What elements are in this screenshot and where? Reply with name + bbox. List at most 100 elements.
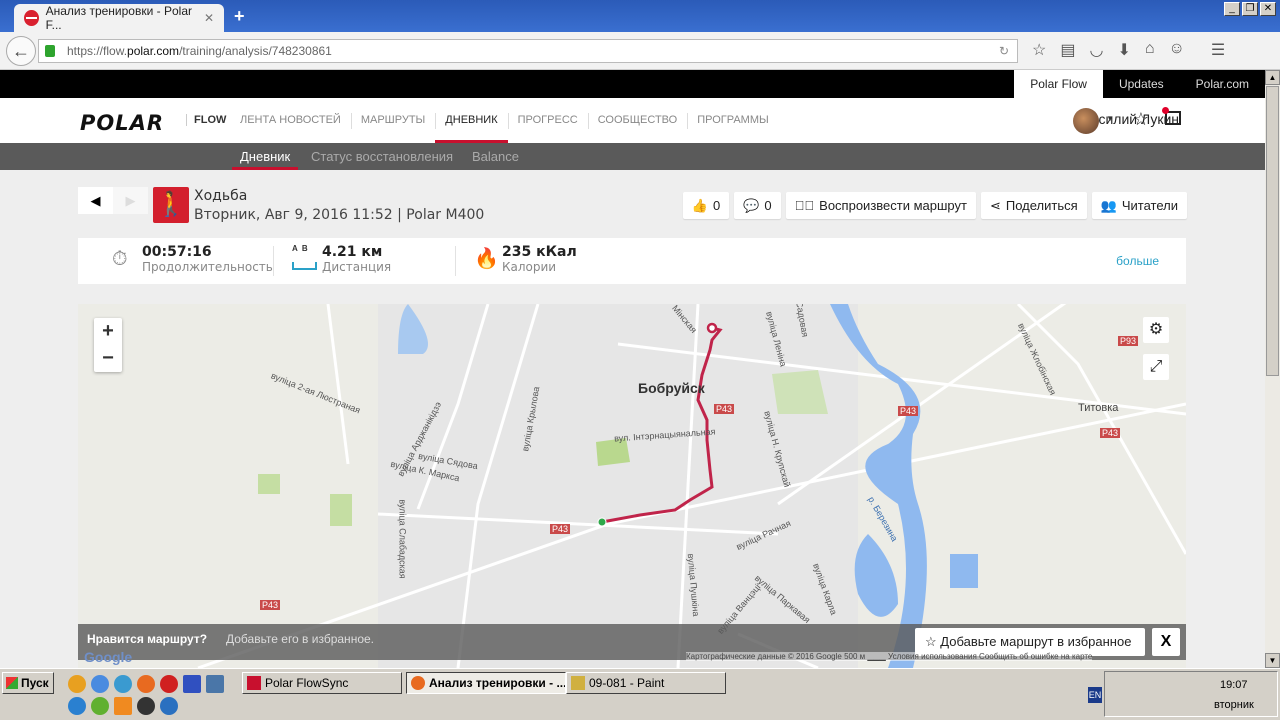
next-training-button[interactable]: ▶ xyxy=(113,187,148,214)
thumbs-up-icon: 👍 xyxy=(691,197,708,213)
main-nav: POLAR FLOW ЛЕНТА НОВОСТЕЙ МАРШРУТЫ ДНЕВН… xyxy=(0,98,1265,143)
chevron-down-icon[interactable]: ▼ xyxy=(1106,114,1114,123)
browser-toolbar: ← https://flow.polar.com/training/analys… xyxy=(0,32,1280,70)
road-badge: Р43 xyxy=(260,600,281,610)
calories-label: Калории xyxy=(502,260,557,274)
home-app-icon[interactable] xyxy=(114,675,132,693)
taskbar-paint[interactable]: 09-081 - Paint xyxy=(566,672,726,694)
distance-value: 4.21 км xyxy=(322,244,383,260)
duration-stat: ⏱ 00:57:16 Продолжительность xyxy=(112,244,273,274)
bookmark-star-icon[interactable]: ☆ xyxy=(1032,40,1046,60)
taskbar-polar-flowsync[interactable]: Polar FlowSync xyxy=(242,672,402,694)
replay-route-button[interactable]: ▶⃝ Воспроизвести маршрут xyxy=(785,192,976,219)
home-icon[interactable]: ⌂ xyxy=(1145,40,1155,60)
flow-label: FLOW xyxy=(186,114,226,126)
menu-icon[interactable]: ☰ xyxy=(1211,40,1225,60)
stopwatch-icon: ⏱ xyxy=(112,248,128,270)
share-button[interactable]: ⋖ Поделиться xyxy=(980,192,1087,219)
walking-icon: 🚶 xyxy=(153,187,189,223)
prompt-question: Нравится маршрут? xyxy=(87,632,208,646)
chrome-icon[interactable] xyxy=(91,675,109,693)
clock-time[interactable]: 19:07 xyxy=(1220,679,1248,691)
road-badge: Р43 xyxy=(898,406,919,416)
nav-routes[interactable]: МАРШРУТЫ xyxy=(350,98,435,143)
fullscreen-icon[interactable]: ⤢ xyxy=(1143,354,1169,380)
comment-button[interactable]: 💬 0 xyxy=(734,192,781,219)
start-button[interactable]: Пуск xyxy=(2,672,54,694)
close-prompt-button[interactable]: X xyxy=(1152,628,1180,656)
page-scrollbar[interactable]: ▲ ▼ xyxy=(1265,70,1280,668)
chat-icon[interactable]: ☺ xyxy=(1169,40,1185,60)
firefox-icon[interactable] xyxy=(137,675,155,693)
app-icon[interactable] xyxy=(160,697,178,715)
map-settings-gear-icon[interactable]: ⚙ xyxy=(1143,317,1169,343)
zoom-out-button[interactable]: − xyxy=(94,345,122,372)
page: Polar Flow Updates Polar.com POLAR FLOW … xyxy=(0,70,1265,668)
notifications-icon[interactable] xyxy=(1162,107,1181,125)
nav-progress[interactable]: ПРОГРЕСС xyxy=(507,98,588,143)
pocket-icon[interactable]: ◡ xyxy=(1089,40,1103,60)
zoom-in-button[interactable]: + xyxy=(94,318,122,345)
like-button[interactable]: 👍 0 xyxy=(682,192,730,219)
odnoklassniki-icon[interactable] xyxy=(114,697,132,715)
close-window-button[interactable]: ✕ xyxy=(1260,2,1276,16)
street-label: вуліца Слабадская xyxy=(397,499,408,579)
reading-list-icon[interactable]: ▤ xyxy=(1060,40,1075,60)
app-icon[interactable] xyxy=(68,675,86,693)
prompt-hint: Добавьте его в избранное. xyxy=(226,632,374,646)
people-icon: 👥 xyxy=(1100,197,1117,213)
training-pager: ◀ ▶ xyxy=(78,187,148,214)
zoom-control: + − xyxy=(94,318,122,372)
like-count: 0 xyxy=(713,198,721,213)
nav-diary[interactable]: ДНЕВНИК xyxy=(435,98,508,143)
avatar[interactable] xyxy=(1073,108,1099,134)
prev-training-button[interactable]: ◀ xyxy=(78,187,113,214)
browser-tab[interactable]: Анализ тренировки - Polar F... ✕ xyxy=(14,4,224,32)
back-button[interactable]: ← xyxy=(6,36,36,66)
calories-value: 235 кКал xyxy=(502,244,577,260)
taskbar: Пуск Polar FlowSync Анализ тренировки - … xyxy=(0,668,1280,720)
nav-community[interactable]: СООБЩЕСТВО xyxy=(587,98,688,143)
app-icon[interactable] xyxy=(91,697,109,715)
subnav-balance[interactable]: Balance xyxy=(472,143,519,170)
download-icon[interactable]: ⬇ xyxy=(1117,40,1130,60)
favorites-star-icon[interactable]: ☆ xyxy=(1133,109,1149,130)
maximize-button[interactable]: ❐ xyxy=(1242,2,1258,16)
reload-icon[interactable]: ↻ xyxy=(999,40,1009,62)
road-badge: Р43 xyxy=(1100,428,1121,438)
nav-programs[interactable]: ПРОГРАММЫ xyxy=(687,98,779,143)
subnav-recovery[interactable]: Статус восстановления xyxy=(311,143,453,170)
lock-icon xyxy=(45,45,55,57)
ab-label: A B xyxy=(292,244,308,253)
close-tab-icon[interactable]: ✕ xyxy=(204,11,214,25)
minimize-button[interactable]: _ xyxy=(1224,2,1240,16)
nav-news[interactable]: ЛЕНТА НОВОСТЕЙ xyxy=(230,98,351,143)
more-link[interactable]: больше xyxy=(1116,254,1159,268)
clock-day: вторник xyxy=(1214,699,1254,711)
toplink-polar-flow[interactable]: Polar Flow xyxy=(1014,70,1103,98)
vk-icon[interactable] xyxy=(206,675,224,693)
opera-icon[interactable] xyxy=(160,675,178,693)
subnav-diary[interactable]: Дневник xyxy=(231,143,299,170)
quick-launch xyxy=(68,675,224,693)
media-player-icon[interactable] xyxy=(137,697,155,715)
road-badge: Р43 xyxy=(550,524,571,534)
comment-icon: 💬 xyxy=(743,197,760,213)
route-map[interactable]: Бобруйск Титовка р. Березина Р43 Р43 Р43… xyxy=(78,304,1186,668)
map-attribution[interactable]: Картографические данные © 2016 Google 50… xyxy=(686,652,1093,661)
road-badge: Р93 xyxy=(1118,336,1139,346)
language-indicator[interactable]: EN xyxy=(1088,687,1102,703)
save-app-icon[interactable] xyxy=(183,675,201,693)
followers-button[interactable]: 👥 Читатели xyxy=(1091,192,1187,219)
toplink-polar-com[interactable]: Polar.com xyxy=(1180,70,1265,98)
polar-logo[interactable]: POLAR xyxy=(80,111,164,135)
route-end-marker xyxy=(706,322,718,334)
new-tab-button[interactable]: + xyxy=(234,6,245,27)
toplink-updates[interactable]: Updates xyxy=(1103,70,1180,98)
distance-label: Дистанция xyxy=(322,260,392,274)
url-bar[interactable]: https://flow.polar.com/training/analysis… xyxy=(38,39,1018,63)
tab-title: Анализ тренировки - Polar F... xyxy=(45,4,192,32)
ie-icon[interactable] xyxy=(68,697,86,715)
top-bar: Polar Flow Updates Polar.com xyxy=(0,70,1265,98)
taskbar-firefox-window[interactable]: Анализ тренировки - ... xyxy=(406,672,566,694)
